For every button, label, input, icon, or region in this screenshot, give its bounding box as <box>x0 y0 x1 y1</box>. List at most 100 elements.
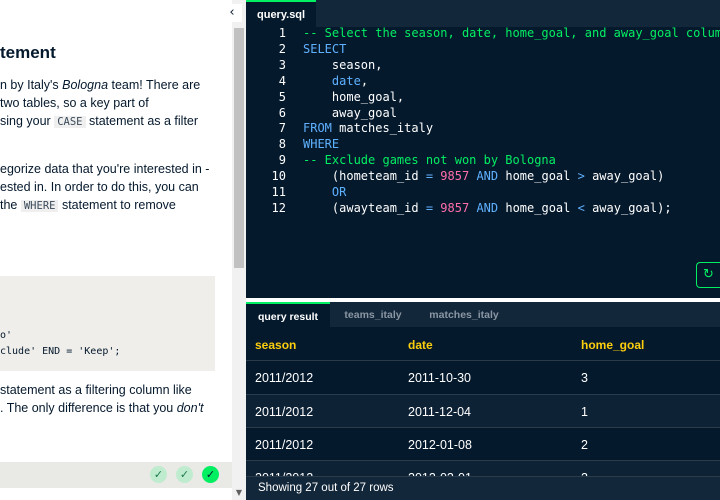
inline-code: CASE <box>54 116 86 128</box>
code-token: OR <box>331 185 347 199</box>
table-row: 2011/2012 2011-12-04 1 <box>246 394 720 427</box>
code-token: away_goal); <box>584 200 672 215</box>
code-line[interactable]: (hometeam_id = 9857 AND home_goal > away… <box>303 169 664 183</box>
line-number: 3 <box>278 57 286 72</box>
row-count-text: Showing 27 out of 27 rows <box>258 482 394 494</box>
code-line[interactable]: -- Select the season, date, home_goal, a… <box>303 26 720 40</box>
reset-code-button[interactable]: ↻ <box>696 262 720 288</box>
code-line: o' <box>0 330 13 341</box>
line-number: 11 <box>271 185 286 199</box>
code-token: = <box>425 169 434 184</box>
code-line: clude' END = 'Keep'; <box>0 346 121 357</box>
table-cell: 2012-01-08 <box>408 438 472 452</box>
example-code-block: o' clude' END = 'Keep'; <box>0 276 215 371</box>
instructions-scrollbar[interactable]: ▲ ▼ <box>232 0 246 500</box>
code-token: (hometeam_id <box>303 169 426 184</box>
code-line[interactable]: home_goal, <box>303 90 404 104</box>
result-tab-bar: query result teams_italy matches_italy <box>246 302 720 327</box>
check-icon: ✓ <box>150 466 167 483</box>
code-line[interactable]: FROM matches_italy <box>303 121 433 135</box>
exercise-title: tement <box>0 43 56 62</box>
code-line[interactable]: away_goal <box>303 106 397 120</box>
code-line[interactable]: SELECT <box>303 42 346 56</box>
code-editor[interactable]: query.sql 1 2 3 4 5 6 7 8 9 10 11 12 -- Select the … <box>246 0 720 298</box>
code-line[interactable]: OR <box>303 185 346 199</box>
code-line[interactable]: -- Exclude games not won by Bologna <box>303 153 556 167</box>
table-cell: 2011/2012 <box>255 405 314 419</box>
progress-footer: ✓ ✓ ✓ <box>0 462 232 488</box>
code-line[interactable]: (awayteam_id = 9857 AND home_goal < away… <box>303 201 672 215</box>
table-row: 2011/2012 2012-01-08 2 <box>246 427 720 460</box>
table-cell: 2011/2012 <box>255 371 314 385</box>
instruction-line: sing your CASE statement as a filter <box>0 114 199 128</box>
table-cell: 2011/2012 <box>255 438 314 452</box>
scroll-down-arrow-icon[interactable]: ▼ <box>232 486 246 500</box>
line-number: 7 <box>278 121 286 136</box>
code-token: home_goal <box>498 200 578 215</box>
line-number: 1 <box>278 26 286 40</box>
line-number: 4 <box>278 73 286 88</box>
check-icon: ✓ <box>202 466 219 483</box>
tab-teams-italy[interactable]: teams_italy <box>330 302 416 327</box>
instruction-line: ested in. In order to do this, you can <box>0 180 199 194</box>
column-header-home-goal: home_goal <box>581 338 645 352</box>
code-line[interactable]: season, <box>303 57 383 72</box>
code-token: WHERE <box>303 137 340 152</box>
tab-query-sql[interactable]: query.sql <box>246 0 316 27</box>
code-token: home_goal <box>498 169 578 184</box>
code-token: away_goal) <box>584 169 665 184</box>
code-token: FROM <box>303 121 332 136</box>
workspace: query.sql 1 2 3 4 5 6 7 8 9 10 11 12 -- Select the … <box>246 0 720 500</box>
code-line[interactable]: WHERE <box>303 137 339 151</box>
line-number: 9 <box>278 153 286 168</box>
code-token: -- Select the season, date, home_goal, a… <box>303 26 720 40</box>
code-token: , <box>360 73 369 88</box>
column-header-season: season <box>255 338 297 352</box>
code-token: < <box>577 200 585 215</box>
line-number: 10 <box>271 169 286 184</box>
instruction-line: . The only difference is that you don't <box>0 401 204 415</box>
scroll-thumb[interactable] <box>234 28 244 268</box>
result-status-bar: Showing 27 out of 27 rows <box>246 476 720 500</box>
results-panel: query result teams_italy matches_italy s… <box>246 302 720 500</box>
inline-code: WHERE <box>20 200 59 212</box>
code-token: -- Exclude games not won by Bologna <box>303 153 556 168</box>
table-cell: 2011-10-30 <box>408 371 472 385</box>
code-token: AND <box>476 169 499 184</box>
code-token: 9857 <box>440 200 470 215</box>
line-number: 6 <box>278 105 286 120</box>
tab-matches-italy[interactable]: matches_italy <box>416 302 512 327</box>
table-cell: 2011-12-04 <box>408 405 472 419</box>
code-token: = <box>425 200 434 215</box>
code-token: date <box>331 73 361 88</box>
instruction-line: n by Italy's Bologna team! There are <box>0 78 201 92</box>
code-token: (awayteam_id <box>303 200 426 215</box>
code-token: SELECT <box>303 41 347 56</box>
table-row: 2011/2012 2011-10-30 3 <box>246 360 720 393</box>
table-cell: 3 <box>581 371 588 385</box>
code-token: 9857 <box>440 169 470 184</box>
line-number: 12 <box>271 200 286 215</box>
code-token: home_goal, <box>303 89 405 104</box>
code-token: season, <box>303 57 383 72</box>
table-cell: 1 <box>581 405 588 419</box>
line-number: 8 <box>278 137 286 152</box>
code-token: AND <box>476 200 499 215</box>
table-cell: 2 <box>581 438 588 452</box>
code-token: matches_italy <box>331 121 434 136</box>
column-header-date: date <box>408 338 433 352</box>
instruction-line: the WHERE statement to remove <box>0 198 176 212</box>
editor-tab-bar: query.sql <box>246 0 720 27</box>
code-line[interactable]: date, <box>303 74 368 88</box>
line-number: 2 <box>278 41 286 56</box>
line-number: 5 <box>278 89 286 104</box>
code-token: > <box>577 169 585 184</box>
instruction-line: two tables, so a key part of <box>0 96 149 110</box>
tab-query-result[interactable]: query result <box>246 302 330 327</box>
check-icon: ✓ <box>176 466 193 483</box>
instruction-line: statement as a filtering column like <box>0 383 192 397</box>
code-token: away_goal <box>303 105 397 120</box>
collapse-pane-icon[interactable]: ‹ <box>222 4 242 22</box>
